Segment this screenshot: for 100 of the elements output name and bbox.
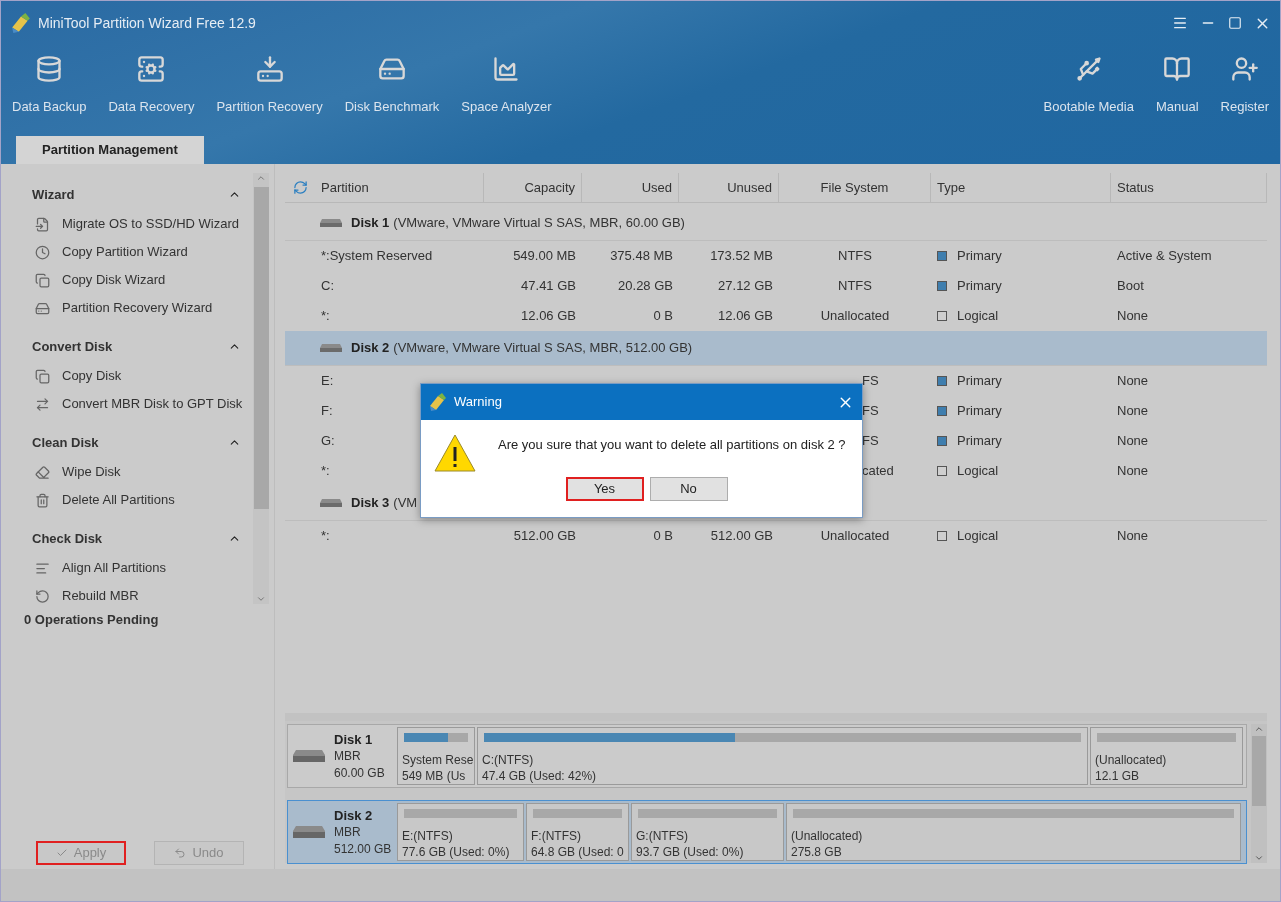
disk-name: Disk 2 <box>334 806 374 824</box>
sidebar-item[interactable]: Copy Disk Wizard <box>32 266 253 294</box>
toolbar-button[interactable]: Manual <box>1144 55 1210 117</box>
sidebar-item[interactable]: Migrate OS to SSD/HD Wizard <box>32 210 253 238</box>
partition-block[interactable]: F:(NTFS) 64.8 GB (Used: 0 <box>526 803 629 861</box>
column-header[interactable]: Status <box>1111 172 1267 203</box>
partition-block[interactable]: (Unallocated) 12.1 GB <box>1090 727 1243 785</box>
table-cell-text: 0 B <box>653 527 673 546</box>
partition-block[interactable]: C:(NTFS) 47.4 GB (Used: 42%) <box>477 727 1088 785</box>
disk-details: (VM <box>393 494 418 513</box>
table-cell-text: None <box>1117 307 1149 326</box>
table-cell-text: G: <box>321 432 335 451</box>
partition-detail: 12.1 GB <box>1095 768 1141 784</box>
toolbar-button[interactable]: Bootable Media <box>1032 55 1145 117</box>
sidebar-item[interactable]: Copy Disk <box>32 362 253 390</box>
sidebar-item[interactable]: Partition Recovery Wizard <box>32 294 253 322</box>
table-cell-text: *: <box>321 527 330 546</box>
table-cell-text: Active & System <box>1117 247 1212 266</box>
partition-label: (Unallocated) <box>791 828 864 844</box>
table-cell-text: 0 B <box>653 307 673 326</box>
section-heading: Convert Disk <box>32 337 113 356</box>
partition-block[interactable]: (Unallocated) 275.8 GB <box>786 803 1241 861</box>
scroll-thumb[interactable] <box>253 187 269 509</box>
table-cell-text: None <box>1117 432 1149 451</box>
dialog-message: Are you sure that you want to delete all partitions on disk 2 ? <box>498 436 846 454</box>
column-header[interactable]: Partition <box>315 172 484 203</box>
table-cell-text: None <box>1117 372 1149 391</box>
table-cell-text: Unallocated <box>820 527 890 546</box>
disk-row[interactable]: Disk 1 (VMware, VMware Virtual S SAS, MBR, 60.00 GB) <box>285 206 1267 241</box>
table-cell-text: C: <box>321 277 334 296</box>
sidebar-item[interactable]: Copy Partition Wizard <box>32 238 253 266</box>
table-cell-text: F: <box>321 402 333 421</box>
column-header[interactable]: Capacity <box>484 172 582 203</box>
sidebar-item[interactable]: Align All Partitions <box>32 554 253 582</box>
toolbar-button[interactable]: Register <box>1209 55 1280 117</box>
check-icon <box>55 847 68 859</box>
scroll-up-icon[interactable] <box>1254 724 1264 734</box>
table-cell-text: FS <box>862 372 879 391</box>
table-cell-text: *:System Reserved <box>321 247 433 266</box>
toolbar-button[interactable]: Data Backup <box>1 55 98 117</box>
book-icon <box>1163 55 1192 83</box>
disk-row[interactable]: Disk 2 (VMware, VMware Virtual S SAS, MBR, 512.00 GB) <box>285 331 1267 366</box>
scrollbar[interactable] <box>253 173 269 604</box>
scroll-down-icon[interactable] <box>1254 853 1264 863</box>
section-heading: Check Disk <box>32 529 103 548</box>
sidebar-item[interactable]: Convert MBR Disk to GPT Disk <box>32 390 253 418</box>
column-header[interactable]: Type <box>931 172 1111 203</box>
partition-label: G:(NTFS) <box>636 828 689 844</box>
table-cell-text: Primary <box>957 277 1002 296</box>
chart-icon <box>492 55 521 83</box>
migrate-icon <box>35 216 50 232</box>
table-cell-text: 512.00 GB <box>710 527 773 546</box>
partition-label: C:(NTFS) <box>482 752 535 768</box>
table-cell-text: NTFS <box>838 277 872 296</box>
toolbar-button[interactable]: Partition Recovery <box>205 55 334 117</box>
sidebar-item[interactable]: Rebuild MBR <box>32 582 253 610</box>
disk-name: Disk 1 <box>351 214 390 233</box>
maximize-icon[interactable] <box>1228 16 1242 30</box>
toolbar-button[interactable]: Space Analyzer <box>450 55 563 117</box>
partition-block[interactable]: G:(NTFS) 93.7 GB (Used: 0%) <box>631 803 784 861</box>
align-icon <box>35 560 50 576</box>
table-cell-text: Logical <box>957 527 999 546</box>
no-button[interactable]: No <box>649 477 728 501</box>
table-cell-text: FS <box>862 432 879 451</box>
table-cell-text: Unallocated <box>820 307 890 326</box>
table-cell-text: Logical <box>957 307 999 326</box>
scroll-up-icon[interactable] <box>256 173 266 183</box>
yes-button[interactable]: Yes <box>565 477 644 501</box>
section-heading: Wizard <box>32 185 75 204</box>
scroll-down-icon[interactable] <box>256 594 266 604</box>
clock-icon <box>35 244 50 260</box>
column-header[interactable]: File System <box>779 172 931 203</box>
dialog-title: Warning <box>454 393 502 412</box>
partition-detail: 64.8 GB (Used: 0 <box>531 844 624 860</box>
partition-block[interactable]: E:(NTFS) 77.6 GB (Used: 0%) <box>397 803 524 861</box>
database-icon <box>35 55 64 83</box>
undo-icon <box>174 847 187 859</box>
column-header[interactable]: Used <box>582 172 679 203</box>
disk-name: Disk 3 <box>351 494 390 513</box>
table-cell-text: NTFS <box>838 247 872 266</box>
refresh-icon[interactable] <box>292 180 308 195</box>
table-cell-text: 549.00 MB <box>513 247 576 266</box>
tab[interactable]: Partition Management <box>16 136 204 164</box>
menu-icon[interactable] <box>1172 15 1188 31</box>
scroll-thumb[interactable] <box>1252 736 1266 806</box>
disk-map-row[interactable]: Disk 2 MBR 512.00 GB E:(NTFS) 77.6 GB (Used: 0%) F:(NTFS) 64.8 GB (Used: 0 G:(NTFS) 93.7 GB (Used: 0%) (Unallocated) 275.8 GB <box>287 800 1247 864</box>
scrollbar[interactable] <box>1251 724 1267 863</box>
partition-label: (Unallocated) <box>1095 752 1168 768</box>
sidebar-item[interactable]: Delete All Partitions <box>32 486 253 514</box>
toolbar-button[interactable]: Data Recovery <box>97 55 206 117</box>
disk-size: 60.00 GB <box>334 764 385 782</box>
sidebar-item[interactable]: Wipe Disk <box>32 458 253 486</box>
disk-name: Disk 2 <box>351 339 390 358</box>
app-logo-icon <box>428 392 448 412</box>
table-cell-text: Primary <box>957 432 1002 451</box>
hard-drive-icon <box>35 300 50 316</box>
disk-map-row[interactable]: Disk 1 MBR 60.00 GB System Rese 549 MB (Us C:(NTFS) 47.4 GB (Used: 42%) (Unallocated) 12.1 GB <box>287 724 1247 788</box>
column-header[interactable]: Unused <box>679 172 779 203</box>
partition-block[interactable]: System Rese 549 MB (Us <box>397 727 475 785</box>
toolbar-button[interactable]: Disk Benchmark <box>333 55 451 117</box>
